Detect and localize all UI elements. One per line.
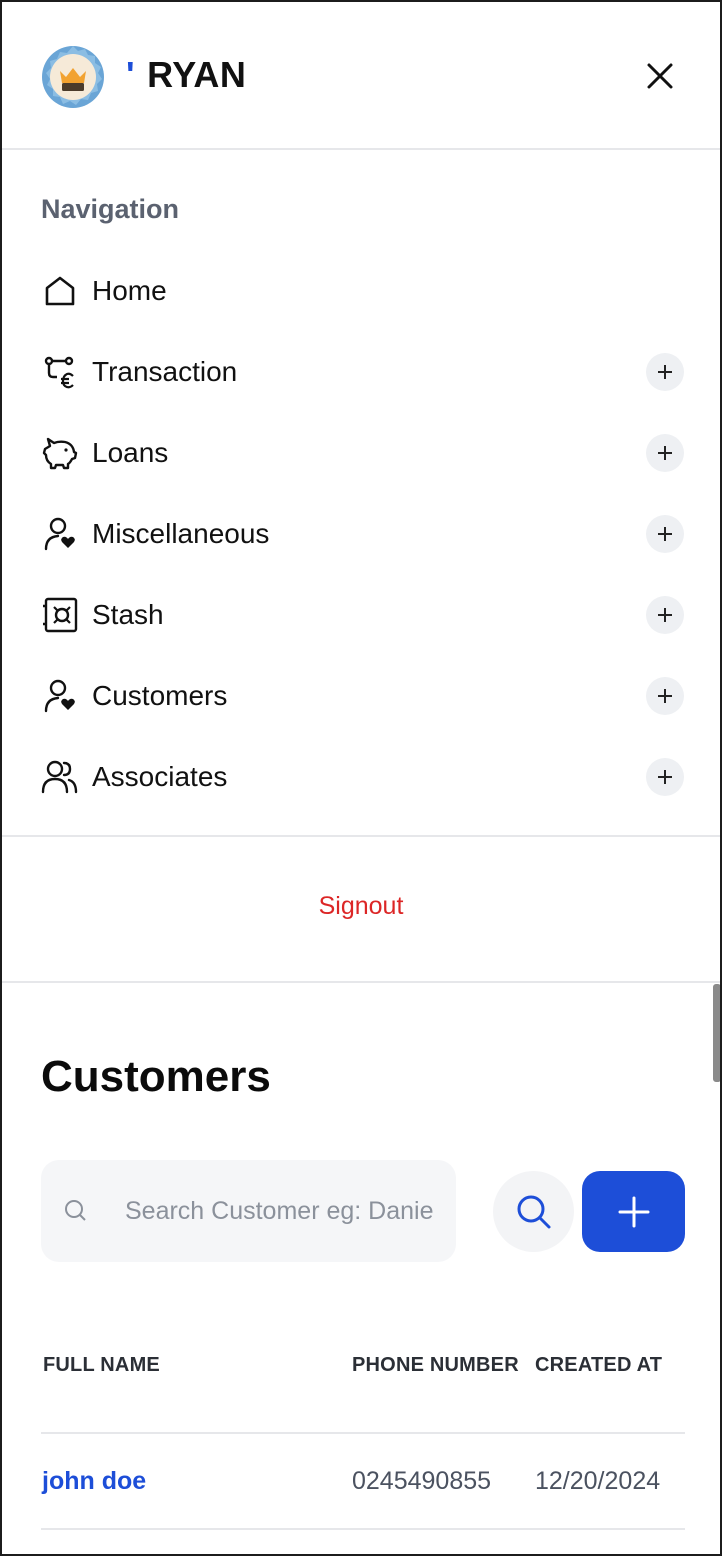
plus-icon	[658, 689, 672, 703]
nav-item-loans[interactable]: Loans	[40, 425, 686, 481]
search-icon	[63, 1198, 89, 1224]
close-icon	[647, 63, 673, 89]
drawer-header: ' RYAN	[2, 2, 720, 150]
plus-icon	[658, 446, 672, 460]
vault-icon	[40, 595, 80, 635]
expand-loans-button[interactable]	[646, 434, 684, 472]
customer-phone: 0245490855	[352, 1467, 492, 1495]
users-icon	[40, 757, 80, 797]
nav-divider	[2, 835, 720, 837]
scrollbar-thumb[interactable]	[713, 984, 720, 1082]
plus-icon	[658, 608, 672, 622]
home-icon	[40, 271, 80, 311]
nav-label-transaction: Transaction	[92, 356, 238, 387]
expand-miscellaneous-button[interactable]	[646, 515, 684, 553]
search-button[interactable]	[493, 1171, 574, 1252]
nav-label-associates: Associates	[92, 761, 228, 792]
search-field[interactable]	[41, 1160, 456, 1262]
column-header-full-name[interactable]: FULL NAME	[43, 1354, 160, 1377]
expand-transaction-button[interactable]	[646, 353, 684, 391]
brand-label: RYAN	[147, 54, 247, 95]
user-heart-icon	[40, 514, 80, 554]
brand-tick: '	[126, 54, 136, 95]
add-customer-button[interactable]	[582, 1171, 685, 1252]
expand-customers-button[interactable]	[646, 677, 684, 715]
search-input[interactable]	[125, 1196, 435, 1226]
nav-item-stash[interactable]: Stash	[40, 587, 686, 643]
nav-item-home[interactable]: Home	[40, 263, 686, 319]
crown-badge-icon[interactable]	[40, 44, 106, 110]
customer-created-at: 12/20/2024	[535, 1467, 661, 1495]
nav-label-loans: Loans	[92, 437, 169, 468]
piggy-bank-icon	[40, 433, 80, 473]
signout-button[interactable]: Signout	[2, 892, 720, 921]
nav-label-stash: Stash	[92, 599, 164, 630]
nav-item-customers[interactable]: Customers	[40, 668, 686, 724]
app-frame: ' RYAN Navigation Home Transaction Loans…	[0, 0, 722, 1556]
plus-icon	[658, 365, 672, 379]
drawer-divider	[2, 981, 720, 983]
close-button[interactable]	[638, 54, 682, 98]
transaction-icon	[40, 352, 80, 392]
plus-icon	[658, 770, 672, 784]
navigation-heading: Navigation	[41, 194, 180, 224]
customer-name-link[interactable]: john doe	[42, 1467, 146, 1496]
plus-icon	[618, 1196, 649, 1227]
table-row-divider	[41, 1528, 685, 1530]
search-icon	[517, 1195, 550, 1228]
page-title: Customers	[41, 1052, 271, 1101]
table-header-divider	[41, 1432, 685, 1434]
nav-label-customers: Customers	[92, 680, 228, 711]
expand-associates-button[interactable]	[646, 758, 684, 796]
plus-icon	[658, 527, 672, 541]
nav-item-miscellaneous[interactable]: Miscellaneous	[40, 506, 686, 562]
brand-name: ' RYAN	[126, 54, 246, 96]
nav-item-associates[interactable]: Associates	[40, 749, 686, 805]
column-header-phone-number[interactable]: PHONE NUMBER	[352, 1354, 519, 1377]
nav-label-miscellaneous: Miscellaneous	[92, 518, 270, 549]
expand-stash-button[interactable]	[646, 596, 684, 634]
nav-item-transaction[interactable]: Transaction	[40, 344, 686, 400]
column-header-created-at[interactable]: CREATED AT	[535, 1354, 662, 1377]
nav-label-home: Home	[92, 275, 167, 306]
user-heart-icon	[40, 676, 80, 716]
